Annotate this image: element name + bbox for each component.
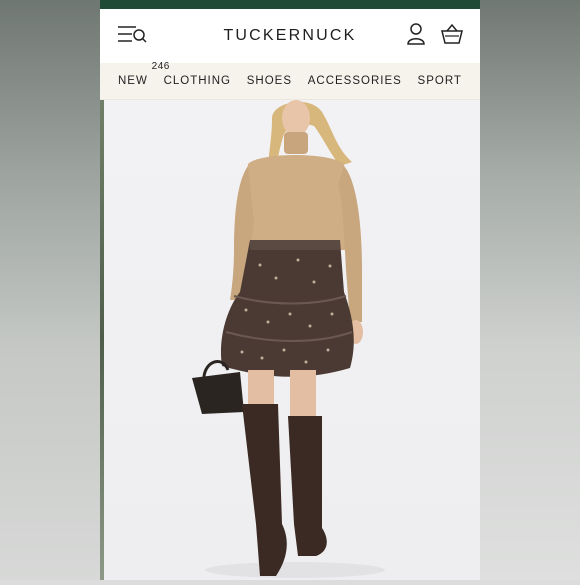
promo-bar[interactable]: [100, 0, 480, 9]
nav-item-accessories[interactable]: ACCESSORIES: [308, 75, 402, 87]
user-icon[interactable]: [406, 22, 426, 51]
nav-item-sport[interactable]: SPORT: [418, 75, 462, 87]
model-photo: [192, 100, 385, 578]
background-left: [0, 0, 100, 580]
shopping-bag-icon[interactable]: [440, 22, 464, 51]
background-right: [480, 0, 580, 580]
category-nav: NEW 246 CLOTHING SHOES ACCESSORIES SPORT: [100, 61, 480, 100]
nav-item-clothing[interactable]: CLOTHING: [164, 75, 231, 87]
menu-search-icon[interactable]: [116, 23, 148, 50]
nav-item-shoes[interactable]: SHOES: [247, 75, 292, 87]
image-edge-strip: [100, 100, 104, 580]
nav-item-new[interactable]: NEW 246: [118, 61, 169, 87]
new-count-badge: 246: [151, 61, 170, 72]
product-hero-image[interactable]: [100, 100, 480, 580]
